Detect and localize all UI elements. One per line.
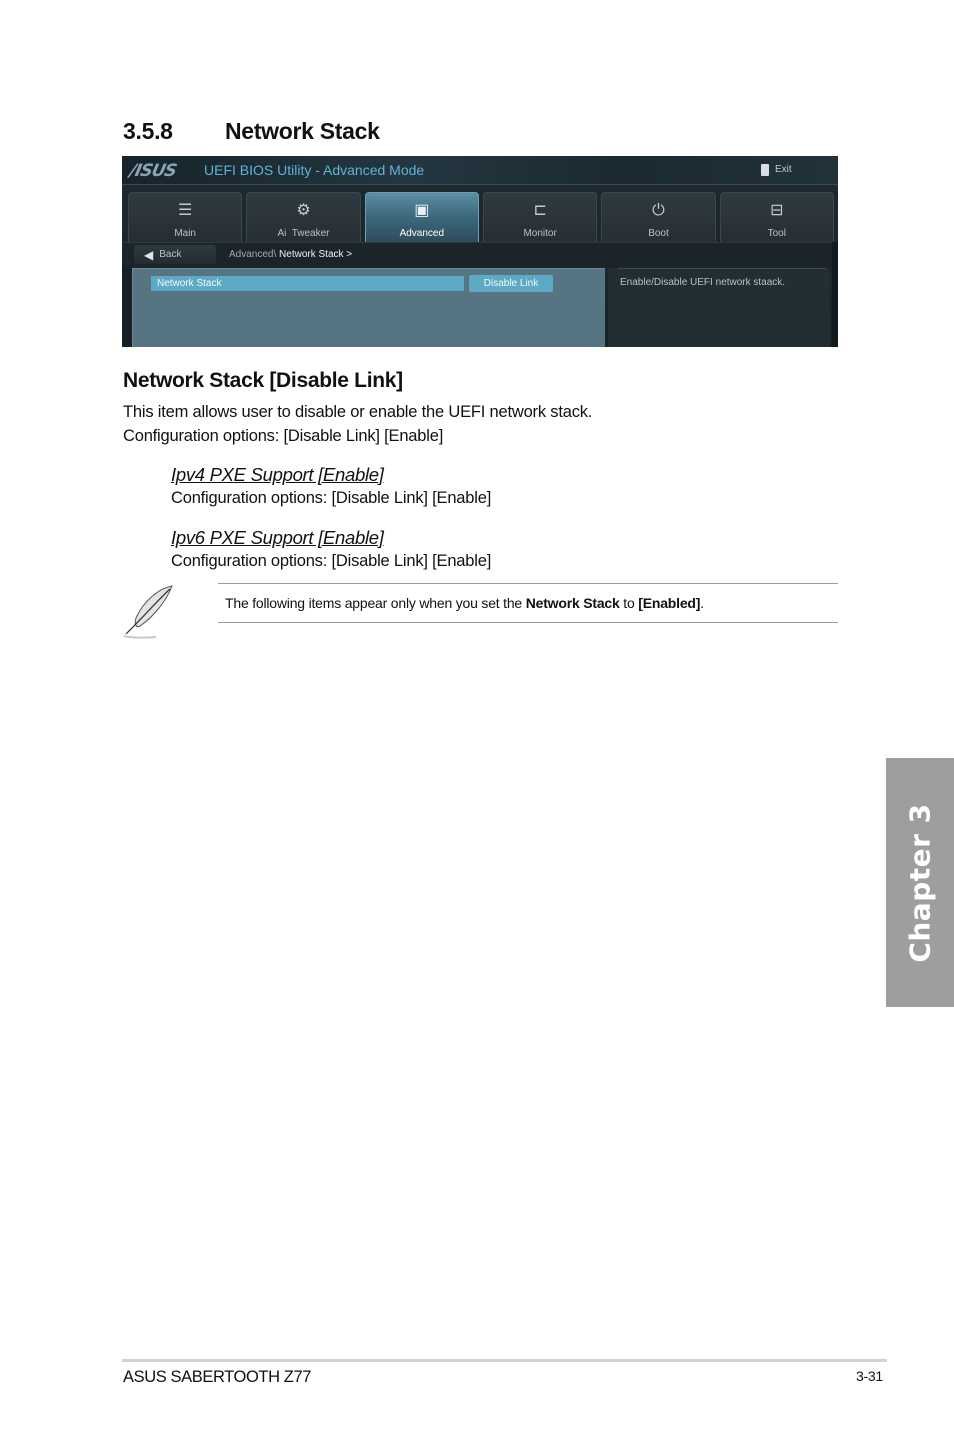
note-middle: to <box>619 595 639 611</box>
toolbox-icon: ⊟ <box>770 202 784 219</box>
bios-screenshot: /ISUS UEFI BIOS Utility - Advanced Mode … <box>122 156 838 347</box>
network-stack-setting[interactable]: Network Stack <box>151 276 464 291</box>
help-text: Enable/Disable UEFI network staack. <box>620 277 786 288</box>
footer-rule <box>122 1359 887 1362</box>
back-arrow-icon: ◀ <box>144 247 154 262</box>
back-label: Back <box>159 249 182 260</box>
item-description: This item allows user to disable or enab… <box>123 403 593 421</box>
feather-pen-icon <box>123 585 173 639</box>
footer-page-number: 3-31 <box>856 1368 883 1384</box>
tweaker-icon: ⚙ <box>296 202 311 219</box>
section-number: 3.5.8 <box>123 118 173 144</box>
advanced-icon: ▣ <box>414 202 430 219</box>
exit-label: Exit <box>775 164 792 175</box>
tab-main[interactable]: ☰ Main <box>128 192 243 242</box>
section-title: Network Stack <box>225 118 380 144</box>
chapter-label: Chapter 3 <box>903 802 937 963</box>
bios-navbar: ◀ Back Advanced\ Network Stack > <box>122 242 838 267</box>
item-heading: Network Stack [Disable Link] <box>123 369 403 392</box>
breadcrumb-separator: > <box>346 249 353 260</box>
section-heading: 3.5.8 Network Stack <box>123 118 380 145</box>
breadcrumb: Advanced\ Network Stack > <box>229 249 352 260</box>
tab-label: Main <box>174 228 196 239</box>
note-box: The following items appear only when you… <box>122 580 838 640</box>
breadcrumb-current: Network Stack <box>279 249 344 260</box>
chapter-tab: Chapter 3 <box>886 758 954 1007</box>
tab-advanced[interactable]: ▣ Advanced <box>364 192 479 242</box>
help-panel: Enable/Disable UEFI network staack. <box>608 268 830 347</box>
bios-tabs: ☰ Main ⚙ Ai Tweaker ▣ Advanced ⊏ Monitor… <box>128 192 834 242</box>
tab-label: Advanced <box>399 228 445 239</box>
back-button[interactable]: ◀ Back <box>134 245 216 264</box>
bios-title: UEFI BIOS Utility - Advanced Mode <box>204 162 425 178</box>
bios-frame-left <box>122 266 132 347</box>
note-prefix: The following items appear only when you… <box>225 595 526 611</box>
tab-label: Tool <box>767 228 786 239</box>
tab-label: Ai Tweaker <box>277 228 330 239</box>
note-suffix: . <box>700 595 704 611</box>
note-rule-bottom <box>218 622 838 623</box>
monitor-icon: ⊏ <box>533 202 547 219</box>
exit-door-icon <box>761 163 769 176</box>
tab-label: Monitor <box>523 228 557 239</box>
asus-logo: /ISUS <box>127 161 178 181</box>
sub-options-ipv4: Configuration options: [Disable Link] [E… <box>171 489 492 507</box>
bios-titlebar: /ISUS UEFI BIOS Utility - Advanced Mode … <box>122 156 838 185</box>
tab-boot[interactable]: ⏻ Boot <box>601 192 716 242</box>
sub-heading-ipv4: Ipv4 PXE Support [Enable] <box>171 464 384 485</box>
settings-panel: Network Stack Disable Link <box>132 268 605 347</box>
note-text: The following items appear only when you… <box>225 595 704 611</box>
item-options: Configuration options: [Disable Link] [E… <box>123 427 444 445</box>
network-stack-value-button[interactable]: Disable Link <box>469 275 553 292</box>
list-icon: ☰ <box>177 202 193 219</box>
sub-heading-ipv6: Ipv6 PXE Support [Enable] <box>171 527 384 548</box>
tab-ai-tweaker[interactable]: ⚙ Ai Tweaker <box>246 192 361 242</box>
exit-button[interactable]: Exit <box>749 160 833 179</box>
power-icon: ⏻ <box>652 202 665 219</box>
tab-monitor[interactable]: ⊏ Monitor <box>482 192 598 242</box>
note-rule-top <box>218 583 838 584</box>
breadcrumb-parent[interactable]: Advanced\ <box>229 249 276 260</box>
note-bold-network-stack: Network Stack <box>525 595 620 611</box>
sub-options-ipv6: Configuration options: [Disable Link] [E… <box>171 552 492 570</box>
tab-tool[interactable]: ⊟ Tool <box>719 192 834 242</box>
bios-frame-right <box>832 242 838 347</box>
footer-product: ASUS SABERTOOTH Z77 <box>123 1368 312 1386</box>
note-bold-enabled: [Enabled] <box>638 595 701 611</box>
tab-label: Boot <box>648 228 669 239</box>
